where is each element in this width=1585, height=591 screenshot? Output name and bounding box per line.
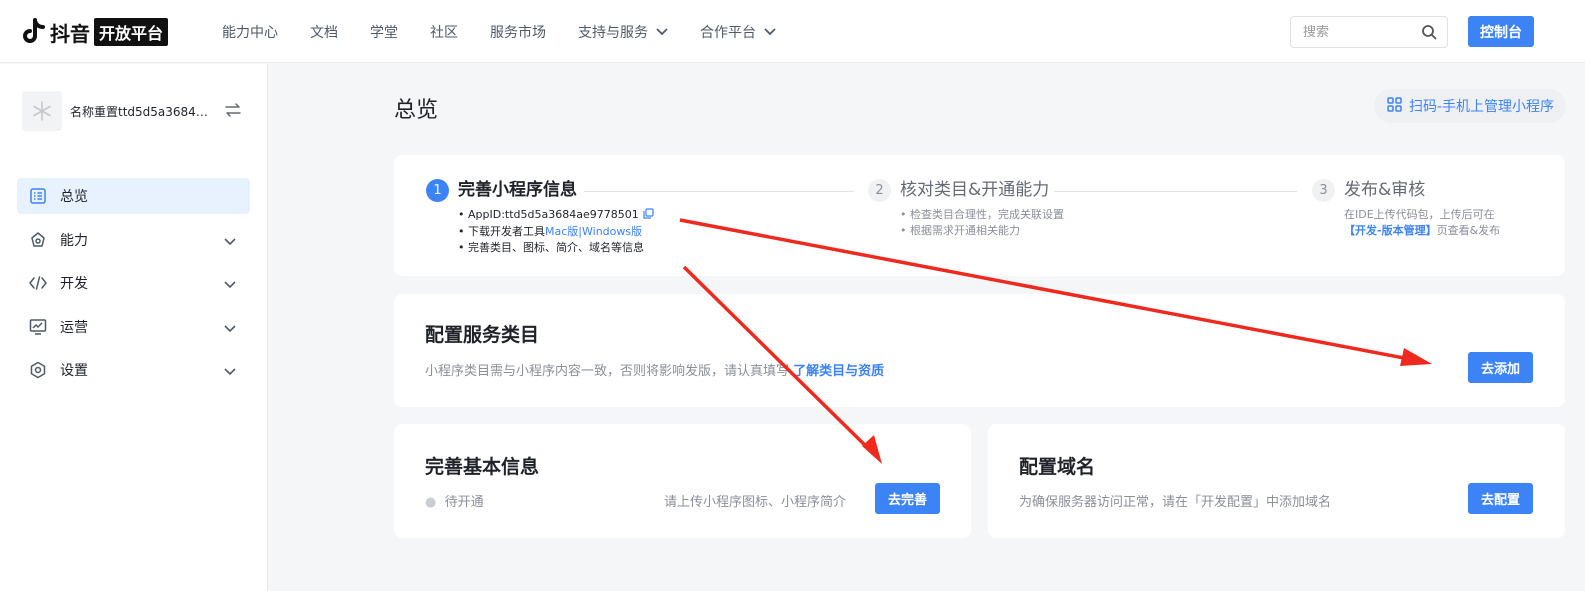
qr-grid-icon bbox=[1387, 96, 1402, 116]
category-desc: 小程序类目需与小程序内容一致，否则将影响发版，请认真填写 了解类目与资质 bbox=[425, 360, 884, 379]
basic-info-title: 完善基本信息 bbox=[425, 456, 540, 478]
nav-academy[interactable]: 学堂 bbox=[370, 22, 398, 42]
nav-docs[interactable]: 文档 bbox=[310, 22, 338, 42]
nav-support-dropdown[interactable]: 支持与服务 bbox=[578, 22, 668, 42]
category-learn-link[interactable]: 了解类目与资质 bbox=[793, 364, 884, 379]
settings-icon bbox=[29, 361, 47, 379]
sidebar-item-operation[interactable]: 运营 bbox=[17, 309, 250, 345]
scan-manage-button[interactable]: 扫码-手机上管理小程序 bbox=[1374, 89, 1566, 123]
code-icon bbox=[29, 274, 47, 292]
nav-service-market[interactable]: 服务市场 bbox=[490, 22, 546, 42]
mac-download-link[interactable]: Mac版 bbox=[545, 225, 578, 238]
complete-info-line: • 完善类目、图标、简介、域名等信息 bbox=[458, 241, 644, 254]
configure-domain-button[interactable]: 去配置 bbox=[1468, 483, 1533, 514]
search-input[interactable] bbox=[1303, 24, 1413, 40]
overview-icon bbox=[29, 187, 47, 205]
nav-community[interactable]: 社区 bbox=[430, 22, 458, 42]
step-2-details: • 检查类目合理性，完成关联设置 • 根据需求开通相关能力 bbox=[900, 207, 1064, 239]
step-3-line-1: 在IDE上传代码包，上传后可在 bbox=[1344, 208, 1495, 221]
category-card: 配置服务类目 小程序类目需与小程序内容一致，否则将影响发版，请认真填写 了解类目… bbox=[394, 294, 1565, 407]
sidebar-item-develop[interactable]: 开发 bbox=[17, 265, 250, 301]
step-number: 1 bbox=[426, 179, 449, 202]
appid-line: • AppID:ttd5d5a3684ae9778501 bbox=[458, 207, 654, 224]
basic-hint: 请上传小程序图标、小程序简介 bbox=[664, 495, 847, 510]
sidebar-item-settings[interactable]: 设置 bbox=[17, 352, 250, 388]
app-switcher[interactable]: 名称重置ttd5d5a3684a... bbox=[22, 90, 252, 132]
chevron-down-icon bbox=[224, 234, 236, 250]
basic-status: ● 待开通 bbox=[425, 491, 484, 510]
domain-title: 配置域名 bbox=[1019, 456, 1096, 478]
logo[interactable]: 抖音 开放平台 bbox=[22, 17, 169, 47]
steps-card: 1 完善小程序信息 • AppID:ttd5d5a3684ae9778501 •… bbox=[394, 155, 1565, 276]
step-title: 核对类目&开通能力 bbox=[900, 180, 1050, 200]
sidebar-menu: 总览 能力 开发 运营 设置 bbox=[17, 178, 250, 396]
step-2-line-1: • 检查类目合理性，完成关联设置 bbox=[900, 208, 1064, 221]
basic-status-text: 待开通 bbox=[444, 495, 484, 510]
version-manage-link[interactable]: 【开发-版本管理】 bbox=[1344, 224, 1437, 237]
scan-label: 扫码-手机上管理小程序 bbox=[1409, 99, 1555, 115]
step-2-text-2: 根据需求开通相关能力 bbox=[910, 224, 1020, 237]
step-title: 完善小程序信息 bbox=[458, 180, 577, 200]
chevron-down-icon bbox=[224, 321, 236, 337]
sidebar-item-label: 能力 bbox=[60, 232, 88, 249]
complete-info-button[interactable]: 去完善 bbox=[875, 483, 940, 514]
step-1-details: • AppID:ttd5d5a3684ae9778501 • 下载开发者工具Ma… bbox=[458, 207, 654, 256]
status-dot-icon: ● bbox=[425, 495, 437, 510]
step-number: 3 bbox=[1312, 179, 1335, 202]
download-prefix: 下载开发者工具 bbox=[468, 225, 545, 238]
step-2-text-1: 检查类目合理性，完成关联设置 bbox=[910, 208, 1064, 221]
add-category-button[interactable]: 去添加 bbox=[1468, 352, 1533, 383]
appid-text: AppID:ttd5d5a3684ae9778501 bbox=[468, 208, 639, 221]
console-button[interactable]: 控制台 bbox=[1468, 16, 1534, 47]
sidebar-item-label: 设置 bbox=[60, 363, 88, 379]
domain-desc: 为确保服务器访问正常，请在「开发配置」中添加域名 bbox=[1019, 495, 1332, 510]
nav-support-label: 支持与服务 bbox=[578, 24, 648, 41]
nav-partner-label: 合作平台 bbox=[700, 24, 756, 41]
basic-info-card: 完善基本信息 ● 待开通 请上传小程序图标、小程序简介 去完善 bbox=[394, 424, 971, 538]
chevron-down-icon bbox=[764, 24, 776, 40]
copy-icon[interactable] bbox=[643, 208, 654, 224]
capability-icon bbox=[29, 231, 47, 249]
category-desc-text: 小程序类目需与小程序内容一致，否则将影响发版，请认真填写 bbox=[425, 364, 790, 379]
step-3-details: 在IDE上传代码包，上传后可在 【开发-版本管理】页查看&发布 bbox=[1344, 207, 1500, 239]
category-title: 配置服务类目 bbox=[425, 324, 540, 346]
switch-app-icon[interactable] bbox=[224, 102, 242, 121]
nav-partner-dropdown[interactable]: 合作平台 bbox=[700, 22, 776, 42]
operation-icon bbox=[29, 318, 47, 336]
top-navigation-bar: 抖音 开放平台 能力中心 文档 学堂 社区 服务市场 支持与服务 合作平台 控制… bbox=[0, 0, 1585, 63]
sidebar-item-label: 开发 bbox=[60, 276, 88, 292]
step-3-line-2: 【开发-版本管理】页查看&发布 bbox=[1344, 223, 1500, 239]
windows-download-link[interactable]: Windows版 bbox=[582, 225, 642, 238]
sidebar-item-overview[interactable]: 总览 bbox=[17, 178, 250, 214]
main-nav: 能力中心 文档 学堂 社区 服务市场 支持与服务 合作平台 bbox=[222, 0, 808, 63]
sidebar-item-label: 总览 bbox=[60, 189, 88, 205]
app-avatar bbox=[22, 91, 62, 131]
nav-capability-center[interactable]: 能力中心 bbox=[222, 22, 278, 42]
step-3-suffix: 页查看&发布 bbox=[1436, 224, 1501, 237]
step-connector bbox=[1054, 191, 1297, 192]
search-box[interactable] bbox=[1290, 16, 1448, 48]
step-connector bbox=[584, 191, 854, 192]
brand-badge: 开放平台 bbox=[94, 18, 169, 46]
app-name: 名称重置ttd5d5a3684a... bbox=[70, 104, 210, 119]
sidebar-item-capability[interactable]: 能力 bbox=[17, 222, 250, 258]
domain-card: 配置域名 为确保服务器访问正常，请在「开发配置」中添加域名 去配置 bbox=[988, 424, 1565, 538]
step-2-line-2: • 根据需求开通相关能力 bbox=[900, 224, 1020, 237]
sidebar: 名称重置ttd5d5a3684a... 总览 能力 开发 运营 设置 bbox=[0, 64, 268, 591]
douyin-logo-icon bbox=[22, 18, 46, 46]
step-number: 2 bbox=[868, 179, 891, 202]
complete-info-text: 完善类目、图标、简介、域名等信息 bbox=[468, 241, 644, 254]
page-title: 总览 bbox=[394, 98, 439, 123]
step-title: 发布&审核 bbox=[1344, 180, 1426, 200]
chevron-down-icon bbox=[224, 277, 236, 293]
chevron-down-icon bbox=[224, 364, 236, 380]
chevron-down-icon bbox=[656, 24, 668, 40]
sidebar-item-label: 运营 bbox=[60, 319, 88, 336]
download-line: • 下载开发者工具Mac版|Windows版 bbox=[458, 225, 643, 238]
brand-name: 抖音 bbox=[50, 21, 90, 46]
search-icon[interactable] bbox=[1421, 24, 1437, 44]
